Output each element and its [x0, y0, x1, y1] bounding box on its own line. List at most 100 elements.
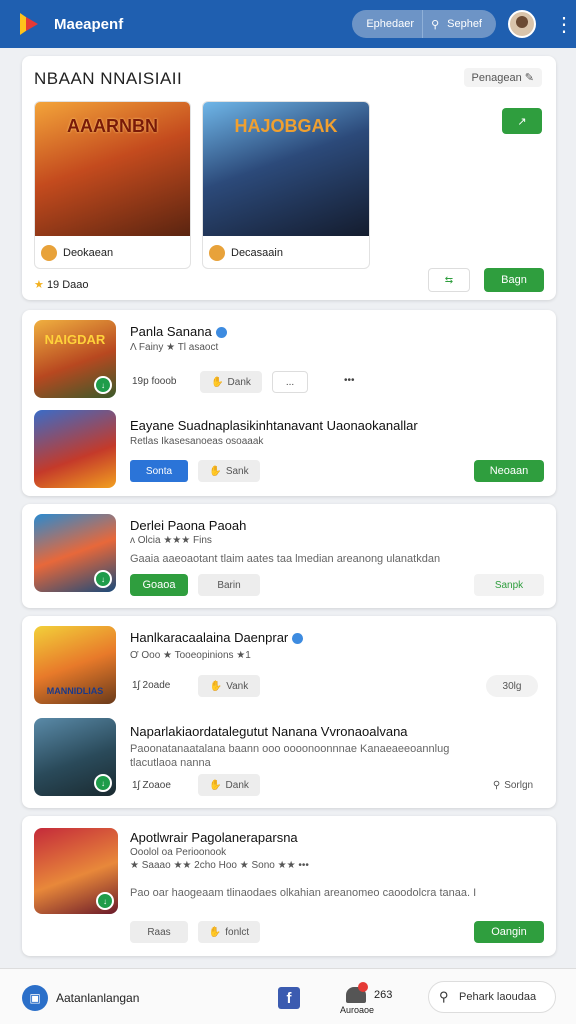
- app-4-right-label: 30lg: [502, 680, 522, 692]
- top-app-bar: Maeapenf Ephedaer ⚲ Sephef ⋮: [0, 0, 576, 48]
- briefcase-icon[interactable]: ▣: [22, 985, 48, 1011]
- app-6-install-label: Oangin: [491, 926, 527, 938]
- app-icon-1-title: NAIGDAR: [44, 332, 106, 347]
- app-6-install-button[interactable]: Oangin: [474, 921, 544, 943]
- tile-2-art-title: HAJOBGAK: [234, 116, 338, 136]
- app-2-secondary-button[interactable]: ✋ Sank: [198, 460, 260, 482]
- app-4-secondary-button[interactable]: ✋ Vank: [198, 675, 260, 697]
- search-icon: ⚲: [492, 779, 501, 791]
- app-meta-3: ʌ Olcia ★★★ Fins: [130, 535, 212, 546]
- list-card-2: ↓ Derlei Paona Paoah ʌ Olcia ★★★ Fins Ga…: [22, 504, 556, 608]
- app-2-secondary-label: Sank: [225, 465, 249, 477]
- bottom-mid-label: Auroaoe: [340, 1005, 375, 1015]
- link-icon: ↗: [517, 115, 527, 128]
- app-5-secondary-label: Dank: [225, 779, 249, 791]
- app-6-secondary-label: fonlct: [225, 926, 250, 938]
- app-1-secondary-button[interactable]: ...: [272, 371, 308, 393]
- tile-2-footer: Decasaain: [203, 236, 369, 268]
- app-1-more-icon[interactable]: •••: [344, 375, 355, 386]
- app-icon-4[interactable]: MANNIDLIAS: [34, 626, 116, 704]
- tile-1-art-title: AAARNBN: [67, 116, 158, 136]
- app-3-right-button[interactable]: Sanpk: [474, 574, 544, 596]
- tile-2-avatar: [209, 244, 225, 261]
- header-pill: Ephedaer ⚲ Sephef: [352, 10, 496, 38]
- tile-1-footer: Deokaean: [35, 236, 190, 268]
- app-1-dank-button[interactable]: ✋ Dank: [200, 371, 262, 393]
- app-2-install-button[interactable]: Neoaan: [474, 460, 544, 482]
- app-title-4-text: Hanlkaracaalaina Daenprar: [130, 630, 289, 645]
- app-title-4: Hanlkaracaalaina Daenprar: [130, 630, 304, 645]
- app-logo-icon: [20, 11, 46, 37]
- app-2-primary-label: Sonta: [145, 465, 173, 477]
- app-title-5: Naparlakiaordatalegutut Nanana Vvronaoal…: [130, 724, 408, 739]
- app-5-right-label: Sorlgn: [504, 779, 534, 791]
- app-1-dank-label: Dank: [227, 376, 251, 388]
- app-title-6: Apotlwrair Pagolaneraparsna: [130, 830, 298, 845]
- app-meta-6b: ★ Saaao ★★ 2cho Hoo ★ Sono ★★ •••: [130, 860, 309, 871]
- app-title-1: Panla Sanana: [130, 324, 227, 339]
- app-title-2: Eayane Suadnaplasikinhtanavant Uaonaokan…: [130, 418, 418, 433]
- featured-rating-text: 19 Daao: [46, 279, 89, 291]
- featured-share-button[interactable]: ↗: [502, 108, 542, 134]
- app-icon-6[interactable]: ↓: [34, 828, 118, 914]
- thumb-icon: ✋: [209, 779, 222, 791]
- app-6-raas-button[interactable]: Raas: [130, 921, 188, 943]
- featured-rating: ★ 19 Daao: [34, 278, 89, 291]
- app-3-right-label: Sanpk: [494, 579, 524, 591]
- app-icon-4-title: MANNIDLIAS: [46, 686, 104, 696]
- pill-left-button[interactable]: Ephedaer: [358, 18, 422, 30]
- app-title-3: Derlei Paona Paoah: [130, 518, 247, 533]
- app-4-right-button[interactable]: 30lg: [486, 675, 538, 697]
- app-meta-2: Retlas Ikasesanoeas osoaaak: [130, 436, 264, 447]
- app-icon-1[interactable]: NAIGDAR ↓: [34, 320, 116, 398]
- featured-title: NBAAN NNAISIAII: [34, 69, 183, 88]
- expand-icon: ⇆: [444, 274, 454, 286]
- app-title: Maeapenf: [54, 15, 124, 33]
- more-vert-icon[interactable]: ⋮: [554, 12, 574, 37]
- pill-right-button[interactable]: Sephef: [447, 18, 490, 30]
- bottom-search-label: Pehark laoudaa: [459, 991, 537, 1003]
- search-icon: ⚲: [431, 18, 440, 31]
- app-count-5: 1ʃ Zoaoe: [132, 780, 171, 791]
- featured-expand-button[interactable]: ⇆: [428, 268, 470, 292]
- app-2-primary-button[interactable]: Sonta: [130, 460, 188, 482]
- app-count-1: 19p fooob: [132, 376, 177, 387]
- bottom-left-label[interactable]: Aatanlanlangan: [56, 991, 139, 1005]
- app-5-right-button[interactable]: ⚲ Sorlgn: [482, 774, 544, 796]
- tile-1-label: Deokaean: [63, 246, 114, 259]
- app-icon-3[interactable]: ↓: [34, 514, 116, 592]
- bottom-search-field[interactable]: ⚲ Pehark laoudaa: [428, 981, 556, 1013]
- user-avatar[interactable]: [508, 10, 536, 38]
- app-icon-2[interactable]: [34, 410, 116, 488]
- app-title-1-text: Panla Sanana: [130, 324, 212, 339]
- tool-icon: ✎: [524, 72, 534, 84]
- app-2-install-label: Neoaan: [489, 465, 529, 477]
- facebook-icon[interactable]: f: [278, 987, 300, 1009]
- app-meta-4: Ơ Ooo ★ Tooeopinions ★1: [130, 650, 251, 661]
- app-1-secondary-label: ...: [285, 376, 295, 388]
- tile-2-artwork: HAJOBGAK: [203, 102, 369, 236]
- notification-badge: [358, 982, 368, 992]
- featured-tag[interactable]: Penagean ✎: [463, 68, 542, 87]
- featured-tag-label: Penagean: [471, 72, 522, 84]
- app-5-secondary-button[interactable]: ✋ Dank: [198, 774, 260, 796]
- download-badge-icon: ↓: [94, 774, 112, 792]
- verified-icon: [292, 633, 304, 645]
- tile-1-artwork: AAARNBN: [35, 102, 190, 236]
- app-3-primary-button[interactable]: Goaoa: [130, 574, 188, 596]
- featured-tile-2[interactable]: HAJOBGAK Decasaain: [202, 101, 370, 269]
- app-6-secondary-button[interactable]: ✋ fonlct: [198, 921, 260, 943]
- app-3-secondary-button[interactable]: Barin: [198, 574, 260, 596]
- app-6-raas-label: Raas: [147, 926, 171, 938]
- featured-tile-1[interactable]: AAARNBN Deokaean: [34, 101, 191, 269]
- tile-2-label: Decasaain: [231, 246, 283, 259]
- app-desc-6: Pao oar haogeaam tlinaodaes olkahian are…: [130, 887, 477, 899]
- download-badge-icon: ↓: [94, 570, 112, 588]
- verified-icon: [215, 327, 227, 339]
- search-icon: ⚲: [439, 989, 449, 1004]
- list-card-1: NAIGDAR ↓ Panla Sanana Λ Fainy ★ Tl asao…: [22, 310, 556, 496]
- app-3-secondary-label: Barin: [217, 579, 241, 591]
- featured-action-button[interactable]: Bagn: [484, 268, 544, 292]
- app-icon-5[interactable]: ↓: [34, 718, 116, 796]
- tile-1-avatar: [41, 244, 57, 261]
